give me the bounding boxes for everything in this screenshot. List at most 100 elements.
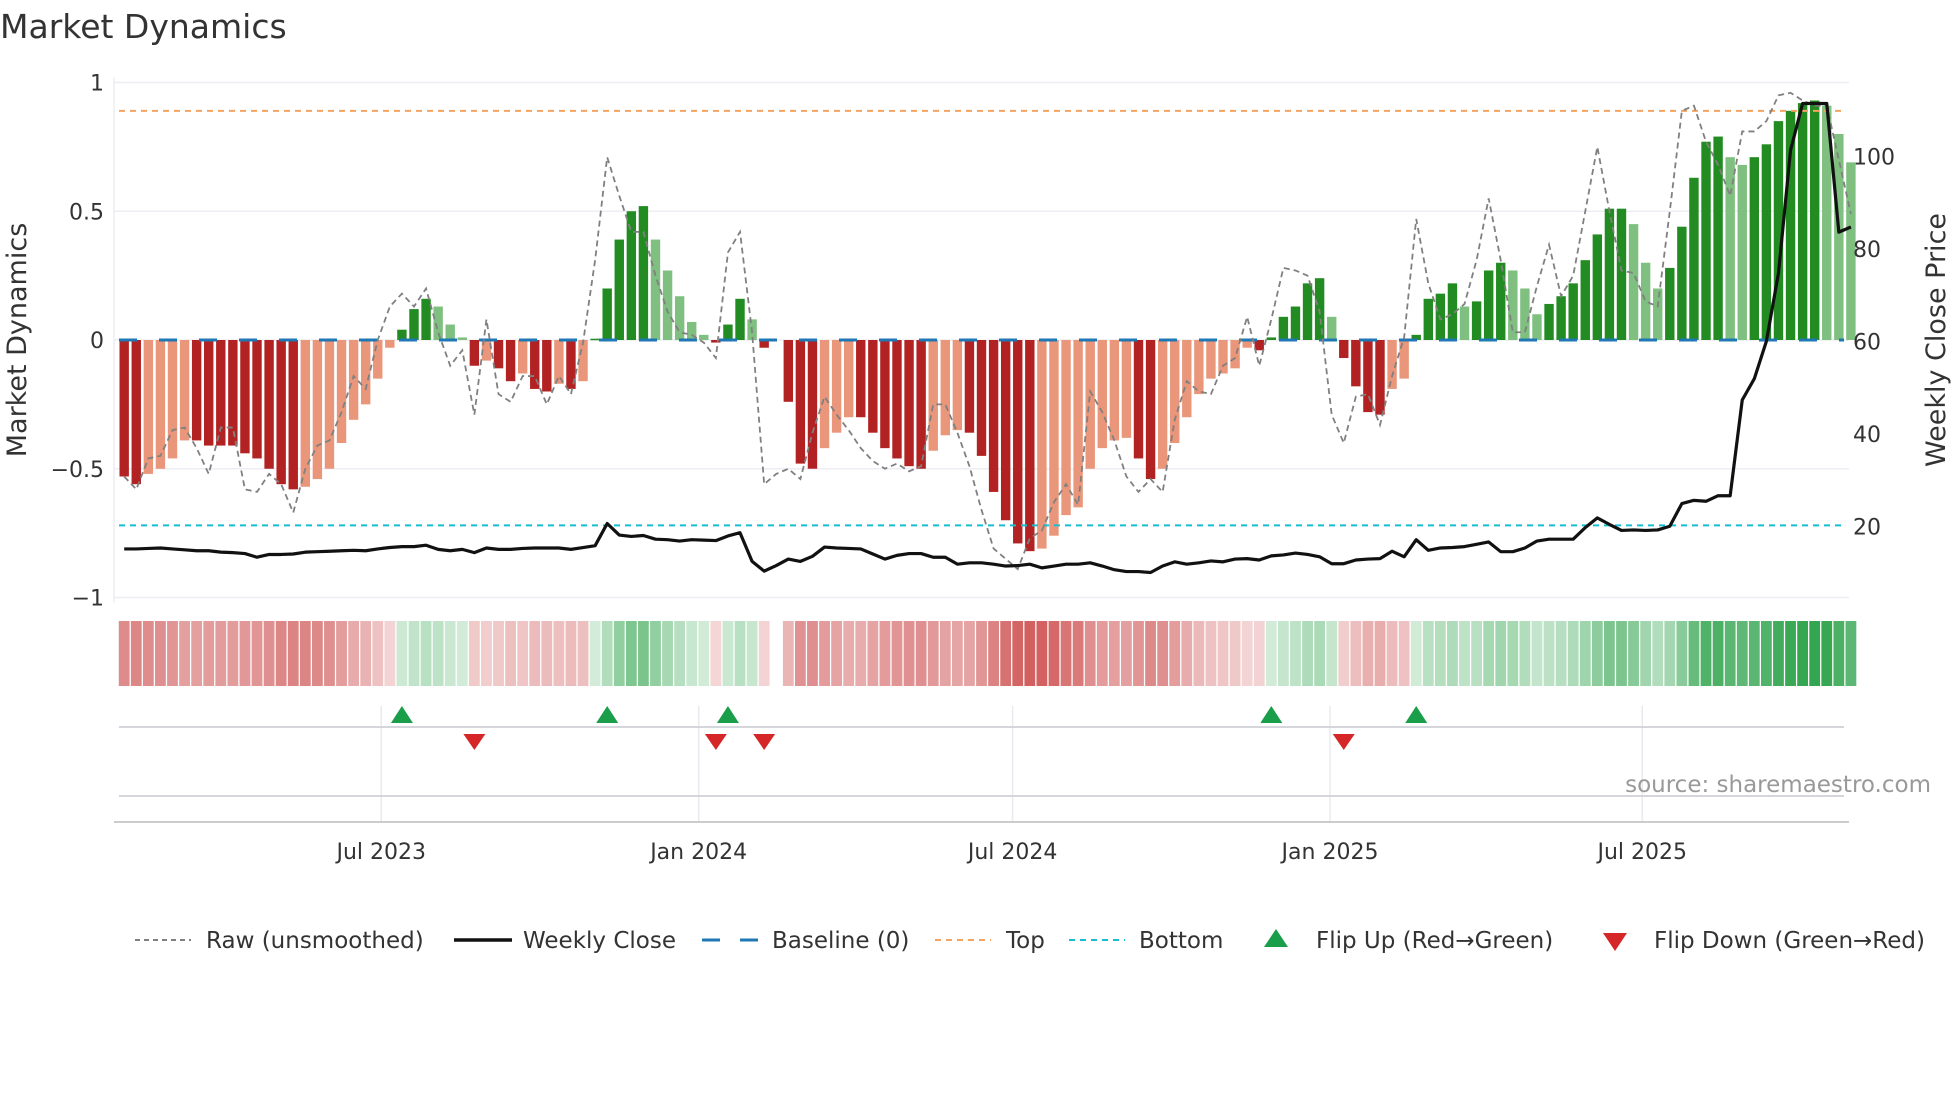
momentum-bar [1749, 157, 1760, 340]
heat-strip-cell [988, 621, 999, 686]
legend-item-flip_up: Flip Up (Red→Green) [1264, 928, 1553, 954]
momentum-bar [348, 340, 359, 420]
heat-strip-cell [299, 621, 311, 686]
flip-markers-panel [114, 706, 1849, 823]
momentum-bar [167, 340, 178, 459]
heat-strip-cell [1664, 621, 1676, 686]
heat-strip-cell [541, 621, 553, 686]
momentum-bar [590, 338, 600, 341]
momentum-bar [252, 340, 262, 459]
momentum-bar [1616, 208, 1627, 340]
heat-strip-cell [662, 621, 673, 686]
heat-strip-cell [1229, 621, 1241, 686]
momentum-bar [1520, 288, 1530, 340]
legend-flip-down-icon [1603, 933, 1627, 951]
momentum-bar [1496, 262, 1506, 340]
momentum-bar [904, 340, 914, 467]
momentum-bar [1121, 340, 1132, 438]
heat-strip-cell [1060, 621, 1072, 686]
heat-strip-cell [1676, 621, 1688, 686]
heat-strip-cell [964, 621, 975, 686]
momentum-bar [373, 340, 383, 379]
raw-line [123, 91, 1852, 571]
flip-up-marker [1260, 706, 1283, 723]
momentum-bar [1532, 314, 1542, 340]
momentum-bar [1025, 340, 1035, 552]
momentum-bar [469, 340, 480, 366]
heat-strip-cell [1579, 621, 1591, 686]
heat-strip-cell [819, 621, 830, 686]
heat-strip-cell [1217, 621, 1229, 686]
momentum-bar [783, 340, 794, 402]
momentum-bar [735, 298, 745, 340]
y2-tick-label: 80 [1853, 238, 1881, 263]
heat-strip-cell [505, 621, 516, 686]
momentum-bar [1713, 136, 1723, 340]
heat-strip-cell [1121, 621, 1132, 686]
heat-strip-cell [674, 621, 686, 686]
heat-strip-cell [481, 621, 492, 686]
heat-strip-cell [275, 621, 287, 686]
momentum-bar [1326, 316, 1337, 340]
momentum-bar [892, 340, 902, 459]
heat-strip-cell [1748, 621, 1760, 686]
legend-item-top: Top [935, 928, 1045, 954]
heat-strip-cell [263, 621, 275, 686]
heat-strip-cell [939, 621, 951, 686]
y-axis-title: Market Dynamics [2, 223, 33, 458]
heat-strip-cell [1096, 621, 1108, 686]
momentum-bar [650, 239, 661, 340]
heat-strip-cell [1253, 621, 1265, 686]
heat-strip-cell [420, 621, 432, 686]
momentum-bar [807, 340, 818, 469]
momentum-bar [1628, 224, 1639, 340]
momentum-bar [940, 340, 950, 436]
momentum-bar [1544, 303, 1554, 340]
heat-strip-cell [1193, 621, 1205, 686]
heat-strip-cell [1036, 621, 1048, 686]
momentum-bar [288, 340, 298, 490]
heat-strip-cell [1145, 621, 1156, 686]
heat-strip-cell [976, 621, 987, 686]
momentum-bar [204, 340, 214, 446]
heat-strip [118, 621, 1857, 686]
momentum-bar [1013, 340, 1023, 544]
momentum-bar [433, 306, 443, 340]
momentum-bar [336, 340, 347, 443]
momentum-bar [928, 340, 938, 451]
heat-strip-cell [1785, 621, 1796, 686]
momentum-bar [228, 340, 238, 446]
momentum-bar [1375, 340, 1385, 415]
momentum-bar [1097, 340, 1107, 449]
momentum-bar [952, 340, 963, 431]
heat-strip-cell [1652, 621, 1664, 686]
heat-strip-cell [191, 621, 203, 686]
flip-down-marker [753, 734, 776, 750]
x-tick-label: Jul 2024 [966, 840, 1058, 865]
chart-title: Market Dynamics [0, 7, 287, 46]
heat-strip-cell [746, 621, 758, 686]
momentum-bar [1689, 177, 1699, 340]
heat-strip-cell [1712, 621, 1724, 686]
heat-strip-cell [589, 621, 601, 686]
momentum-bar [638, 206, 649, 340]
y2-tick-label: 20 [1853, 515, 1881, 540]
momentum-bar [191, 340, 202, 441]
momentum-bar [988, 340, 999, 492]
momentum-bar [1339, 340, 1349, 359]
momentum-bar [264, 340, 274, 469]
heat-strip-cell [1797, 621, 1809, 686]
heat-strip-cell [1821, 621, 1833, 686]
heat-strip-cell [1507, 621, 1519, 686]
heat-strip-cell [794, 621, 806, 686]
legend-label: Baseline (0) [772, 928, 909, 954]
heat-strip-cell [855, 621, 867, 686]
heat-strip-cell [1845, 621, 1857, 686]
heat-strip-cell [758, 621, 770, 686]
y-tick-label: 1 [90, 72, 104, 97]
heat-strip-cell [1277, 621, 1289, 686]
legend-label: Flip Up (Red→Green) [1316, 928, 1553, 954]
heat-strip-cell [1326, 621, 1338, 686]
momentum-bar [976, 340, 987, 456]
legend-label: Flip Down (Green→Red) [1654, 928, 1925, 954]
